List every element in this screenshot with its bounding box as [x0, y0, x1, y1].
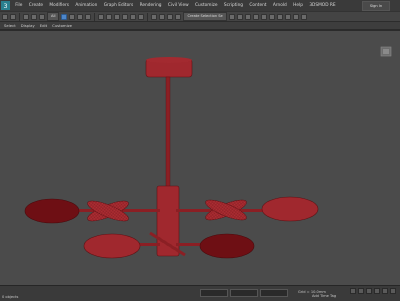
layer-explorer-icon[interactable]: [244, 13, 251, 20]
viewcube-icon[interactable]: [380, 46, 393, 57]
menu-civil-view[interactable]: Civil View: [165, 3, 192, 8]
schematic-view-icon[interactable]: [268, 13, 275, 20]
link-icon[interactable]: [23, 13, 29, 20]
move-icon[interactable]: [98, 13, 105, 20]
undo-icon[interactable]: [2, 13, 8, 20]
bind-spacewarp-icon[interactable]: [39, 13, 45, 20]
render-production-icon[interactable]: [300, 13, 307, 20]
rendered-frame-icon[interactable]: [292, 13, 299, 20]
main-toolbar: All Create Selection Se: [0, 11, 400, 22]
toggle-ribbon-icon[interactable]: [252, 13, 259, 20]
go-to-end-icon[interactable]: [382, 288, 388, 294]
menu-graph-editors[interactable]: Graph Editors: [101, 3, 137, 8]
go-to-start-icon[interactable]: [350, 288, 356, 294]
menu-content[interactable]: Content: [246, 3, 269, 8]
rod[interactable]: [165, 76, 171, 188]
add-time-tag-button[interactable]: Add Time Tag: [312, 294, 336, 298]
reference-coord-icon[interactable]: [130, 13, 137, 20]
select-object-icon[interactable]: [61, 13, 68, 20]
status-bar: 0 objects Grid = 10.0mm Add Time Tag: [0, 285, 400, 301]
rotate-icon[interactable]: [106, 13, 113, 20]
named-selection-dropdown[interactable]: Create Selection Se: [183, 12, 227, 21]
disc-lower-left[interactable]: [83, 233, 141, 259]
pivot-center-icon[interactable]: [138, 13, 145, 20]
selection-filter-dropdown[interactable]: All: [47, 12, 60, 21]
ribbon-customize[interactable]: Customize: [52, 23, 72, 28]
ribbon-display[interactable]: Display: [21, 23, 35, 28]
material-editor-icon[interactable]: [276, 13, 283, 20]
disc-upper-left[interactable]: [24, 198, 80, 224]
menu-bar: 3 File Create Modifiers Animation Graph …: [0, 0, 400, 11]
ribbon: Select Display Edit Customize: [0, 22, 400, 30]
toolbar-separator: [147, 12, 149, 21]
align-icon[interactable]: [236, 13, 243, 20]
svg-text:3: 3: [3, 3, 7, 10]
max-app-icon[interactable]: 3: [1, 1, 10, 10]
place-icon[interactable]: [122, 13, 129, 20]
ribbon-edit[interactable]: Edit: [40, 23, 47, 28]
menu-arnold[interactable]: Arnold: [270, 3, 290, 8]
menu-scripting[interactable]: Scripting: [221, 3, 246, 8]
unlink-icon[interactable]: [31, 13, 37, 20]
perspective-viewport[interactable]: [0, 31, 400, 285]
spinner-snap-icon[interactable]: [175, 13, 182, 20]
redo-icon[interactable]: [10, 13, 16, 20]
menu-rendering[interactable]: Rendering: [136, 3, 164, 8]
menu-animation[interactable]: Animation: [72, 3, 100, 8]
canopy[interactable]: [145, 57, 193, 78]
menu-3dsmod[interactable]: 3DSMOD RE: [306, 3, 339, 8]
disc-lower-right[interactable]: [199, 233, 255, 259]
render-setup-icon[interactable]: [284, 13, 291, 20]
snaps-toggle-icon[interactable]: [151, 13, 158, 20]
curve-editor-icon[interactable]: [260, 13, 267, 20]
menu-modifiers[interactable]: Modifiers: [46, 3, 72, 8]
rectangular-selection-icon[interactable]: [77, 13, 84, 20]
toolbar-separator: [19, 12, 20, 21]
window-crossing-icon[interactable]: [85, 13, 92, 20]
play-icon[interactable]: [366, 288, 372, 294]
status-selection-count: 0 objects: [2, 295, 19, 299]
next-frame-icon[interactable]: [374, 288, 380, 294]
mirror-icon[interactable]: [228, 13, 235, 20]
chandelier-model[interactable]: [0, 31, 400, 285]
percent-snap-icon[interactable]: [167, 13, 174, 20]
menu-help[interactable]: Help: [290, 3, 306, 8]
zoom-extents-icon[interactable]: [390, 288, 396, 294]
disc-upper-right[interactable]: [261, 196, 319, 222]
angle-snap-icon[interactable]: [159, 13, 166, 20]
menu-file[interactable]: File: [12, 3, 26, 8]
scale-icon[interactable]: [114, 13, 121, 20]
sign-in-button[interactable]: Sign In: [362, 1, 390, 11]
toolbar-separator: [94, 12, 96, 21]
previous-frame-icon[interactable]: [358, 288, 364, 294]
ribbon-select[interactable]: Select: [4, 23, 16, 28]
x-coordinate-field[interactable]: [200, 289, 228, 297]
menu-customize[interactable]: Customize: [192, 3, 221, 8]
y-coordinate-field[interactable]: [230, 289, 258, 297]
select-by-name-icon[interactable]: [69, 13, 76, 20]
menu-create[interactable]: Create: [26, 3, 47, 8]
z-coordinate-field[interactable]: [260, 289, 288, 297]
